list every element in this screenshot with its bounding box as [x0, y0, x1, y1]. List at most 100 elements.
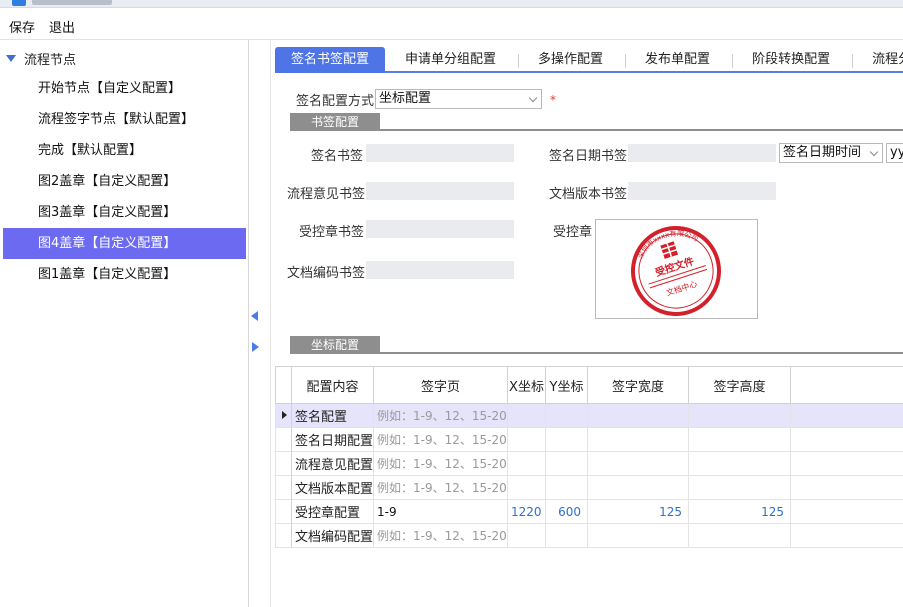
doc-version-bookmark-field[interactable] — [628, 182, 776, 200]
tab-application-group[interactable]: 申请单分组配置 — [385, 47, 518, 73]
sign-width-cell[interactable] — [587, 403, 689, 428]
x-coord-cell[interactable]: 1220 — [507, 499, 546, 524]
config-name-cell[interactable]: 文档版本配置 — [291, 475, 374, 500]
column-header[interactable]: Y坐标 — [545, 366, 588, 404]
tree-node[interactable]: 图2盖章【自定义配置】 — [3, 166, 246, 197]
x-coord-cell[interactable] — [507, 403, 546, 428]
x-coord-cell[interactable] — [507, 523, 546, 548]
menu-bar: 保存 退出 — [0, 9, 903, 40]
y-coord-cell[interactable]: 600 — [545, 499, 588, 524]
y-coord-cell[interactable] — [545, 427, 588, 452]
sign-bookmark-label: 签名书签 — [311, 149, 364, 164]
y-coord-cell[interactable] — [545, 403, 588, 428]
row-indicator — [275, 523, 292, 548]
sign-height-cell[interactable] — [688, 403, 791, 428]
sign-height-cell[interactable] — [688, 475, 791, 500]
sign-width-cell[interactable] — [587, 475, 689, 500]
sign-page-cell[interactable]: 例如：1-9、12、15-20 — [373, 403, 508, 428]
section-divider — [380, 129, 903, 131]
save-menu-item[interactable]: 保存 — [9, 17, 35, 36]
table-row[interactable]: 文档版本配置 例如：1-9、12、15-20 — [275, 475, 903, 500]
app-icon — [12, 0, 26, 6]
tree-node-list: 开始节点【自定义配置】 流程签字节点【默认配置】 完成【默认配置】 图2盖章【自… — [3, 73, 246, 290]
config-name-cell[interactable]: 受控章配置 — [291, 499, 374, 524]
controlled-stamp-preview[interactable]: 深圳市xxxx有限公司 受控文件 文档中心 — [595, 219, 758, 319]
exit-menu-item[interactable]: 退出 — [49, 17, 75, 36]
tree-node[interactable]: 流程签字节点【默认配置】 — [3, 104, 246, 135]
doc-code-bookmark-field[interactable] — [366, 261, 514, 279]
tree-node[interactable]: 图1盖章【自定义配置】 — [3, 259, 246, 290]
table-row[interactable]: 签名配置 例如：1-9、12、15-20 — [275, 403, 903, 428]
sign-bookmark-field[interactable] — [366, 144, 514, 162]
date-format-value: yyy — [890, 145, 903, 160]
sign-page-cell[interactable]: 例如：1-9、12、15-20 — [373, 451, 508, 476]
config-panel: 签名书签配置 申请单分组配置 多操作配置 发布单配置 阶段转换配置 流程分组 签… — [272, 40, 903, 607]
date-format-select[interactable]: yyy — [886, 143, 903, 163]
sign-date-bookmark-field[interactable] — [628, 144, 776, 162]
tab-release-form[interactable]: 发布单配置 — [625, 47, 732, 73]
sign-width-cell[interactable]: 125 — [587, 499, 689, 524]
y-coord-cell[interactable] — [545, 451, 588, 476]
sign-height-cell[interactable] — [688, 451, 791, 476]
expand-caret-icon[interactable] — [6, 54, 16, 62]
config-mode-label: 签名配置方式 — [296, 94, 375, 109]
flow-opinion-bookmark-field[interactable] — [366, 182, 514, 200]
tab-stage-transition[interactable]: 阶段转换配置 — [732, 47, 852, 73]
sign-date-bookmark-label: 签名日期书签 — [549, 149, 628, 164]
column-header[interactable]: 配置内容 — [291, 366, 374, 404]
row-indicator — [275, 451, 292, 476]
config-name-cell[interactable]: 流程意见配置 — [291, 451, 374, 476]
blank-cell — [790, 523, 903, 548]
config-name-cell[interactable]: 签名日期配置 — [291, 427, 374, 452]
sign-width-cell[interactable] — [587, 451, 689, 476]
blank-cell — [790, 403, 903, 428]
y-coord-cell[interactable] — [545, 475, 588, 500]
tree-node[interactable]: 开始节点【自定义配置】 — [3, 73, 246, 104]
x-coord-cell[interactable] — [507, 475, 546, 500]
sign-page-cell[interactable]: 例如：1-9、12、15-20 — [373, 427, 508, 452]
date-type-value: 签名日期时间 — [783, 145, 862, 160]
sign-page-cell[interactable]: 例如：1-9、12、15-20 — [373, 523, 508, 548]
row-indicator — [275, 403, 292, 428]
column-header[interactable]: 签字高度 — [688, 366, 791, 404]
expand-right-icon[interactable] — [252, 342, 259, 352]
panel-splitter[interactable] — [249, 40, 271, 607]
config-name-cell[interactable]: 签名配置 — [291, 403, 374, 428]
tab-multi-operation[interactable]: 多操作配置 — [518, 47, 625, 73]
table-row[interactable]: 流程意见配置 例如：1-9、12、15-20 — [275, 451, 903, 476]
table-row[interactable]: 受控章配置 1-9 1220 600 125 125 — [275, 499, 903, 524]
flow-node-tree: 流程节点 开始节点【自定义配置】 流程签字节点【默认配置】 完成【默认配置】 图… — [0, 40, 249, 607]
bookmark-section-title: 书签配置 — [290, 113, 380, 131]
config-name-cell[interactable]: 文档编码配置 — [291, 523, 374, 548]
sign-page-cell[interactable]: 1-9 — [373, 499, 508, 524]
date-type-select[interactable]: 签名日期时间 — [779, 143, 883, 163]
coord-section-header: 坐标配置 — [290, 336, 903, 354]
collapse-left-icon[interactable] — [251, 311, 258, 321]
chevron-down-icon — [528, 93, 538, 103]
sign-width-cell[interactable] — [587, 523, 689, 548]
column-header[interactable]: 签字宽度 — [587, 366, 689, 404]
y-coord-cell[interactable] — [545, 523, 588, 548]
column-header[interactable]: 签字页 — [373, 366, 508, 404]
tree-node[interactable]: 图4盖章【自定义配置】 — [3, 228, 246, 259]
sign-width-cell[interactable] — [587, 427, 689, 452]
column-header[interactable]: X坐标 — [507, 366, 546, 404]
tree-node[interactable]: 图3盖章【自定义配置】 — [3, 197, 246, 228]
tree-node[interactable]: 完成【默认配置】 — [3, 135, 246, 166]
table-row[interactable]: 签名日期配置 例如：1-9、12、15-20 — [275, 427, 903, 452]
table-row[interactable]: 文档编码配置 例如：1-9、12、15-20 — [275, 523, 903, 548]
config-mode-select[interactable]: 坐标配置 — [375, 89, 542, 109]
tab-signature-bookmark[interactable]: 签名书签配置 — [275, 47, 386, 73]
sign-height-cell[interactable] — [688, 427, 791, 452]
x-coord-cell[interactable] — [507, 427, 546, 452]
config-mode-value: 坐标配置 — [379, 91, 432, 106]
controlled-bookmark-field[interactable] — [366, 220, 514, 238]
sign-height-cell[interactable] — [688, 523, 791, 548]
tab-flow-group[interactable]: 流程分组 — [852, 47, 903, 73]
x-coord-cell[interactable] — [507, 451, 546, 476]
section-divider — [380, 352, 903, 354]
sign-page-cell[interactable]: 例如：1-9、12、15-20 — [373, 475, 508, 500]
sign-height-cell[interactable]: 125 — [688, 499, 791, 524]
tree-root[interactable]: 流程节点 — [6, 49, 76, 68]
doc-code-bookmark-label: 文档编码书签 — [287, 266, 366, 281]
